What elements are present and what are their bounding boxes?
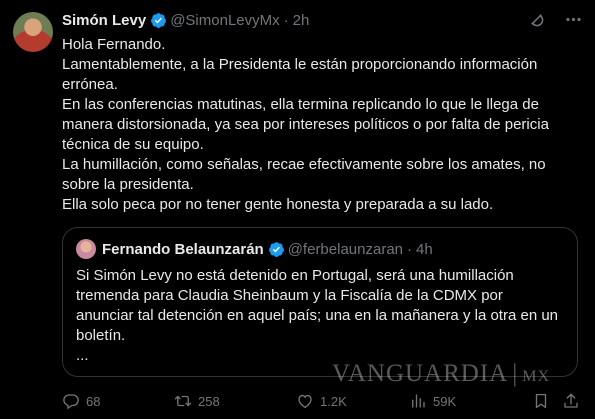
tweet-line: En las conferencias matutinas, ella term… [62,96,549,153]
tweet-line: Ella solo peca por no tener gente honest… [62,196,494,213]
views-button[interactable]: 59K [409,392,456,410]
retweet-button[interactable]: 258 [174,392,220,410]
views-count: 59K [433,393,457,409]
vanguardia-watermark: VANGUARDIA | MX [332,360,550,388]
tweet-top-actions [527,10,583,29]
verified-badge-icon [150,12,167,29]
bookmark-icon [535,393,547,409]
like-icon [298,394,312,409]
retweet-count: 258 [198,393,220,409]
share-button[interactable] [562,392,586,410]
tweet-body: Hola Fernando. Lamentablemente, a la Pre… [62,35,582,215]
watermark-brand: VANGUARDIA [332,360,509,387]
more-icon[interactable] [564,10,583,29]
reply-button[interactable]: 68 [62,392,100,410]
quoted-tweet-header: Fernando Belaunzarán @ferbelaunzaran · 4… [76,239,433,259]
tweet-line: Hola Fernando. [62,36,166,53]
tweet-line: La humillación, como señalas, recae efec… [62,156,546,193]
watermark-separator: | [512,360,519,387]
tweet-line: Lamentablemente, a la Presidenta le está… [62,56,538,93]
quoted-tweet[interactable]: Fernando Belaunzarán @ferbelaunzaran · 4… [62,227,578,377]
grok-icon[interactable] [527,10,546,29]
like-count: 1.2K [320,393,347,409]
watermark-suffix: MX [522,368,551,385]
quoted-post-time: 4h [416,240,433,258]
quoted-tweet-body: Si Simón Levy no está detenido en Portug… [76,266,566,366]
quoted-author-handle: @ferbelaunzaran [287,240,404,258]
quoted-line: Si Simón Levy no está detenido en Portug… [76,267,559,344]
author-name[interactable]: Simón Levy [62,12,146,29]
tweet-actions: 68 258 1.2K 59K [62,392,582,412]
reply-icon [63,394,79,410]
post-time[interactable]: 2h [293,12,310,29]
retweet-icon [174,395,192,407]
separator-dot: · [283,11,289,29]
share-icon [564,393,578,408]
reply-count: 68 [86,393,101,409]
author-handle[interactable]: @SimonLevyMx [170,12,279,29]
views-icon [412,394,425,408]
bookmark-button[interactable] [532,392,556,410]
author-avatar[interactable] [13,12,53,52]
verified-badge-icon [268,241,285,258]
tweet-header: Simón Levy @SimonLevyMx · 2h [62,10,309,30]
quoted-author-name: Fernando Belaunzarán [102,240,264,258]
quoted-author-avatar [76,239,96,259]
like-button[interactable]: 1.2K [296,392,347,410]
separator-dot: · [407,240,413,258]
